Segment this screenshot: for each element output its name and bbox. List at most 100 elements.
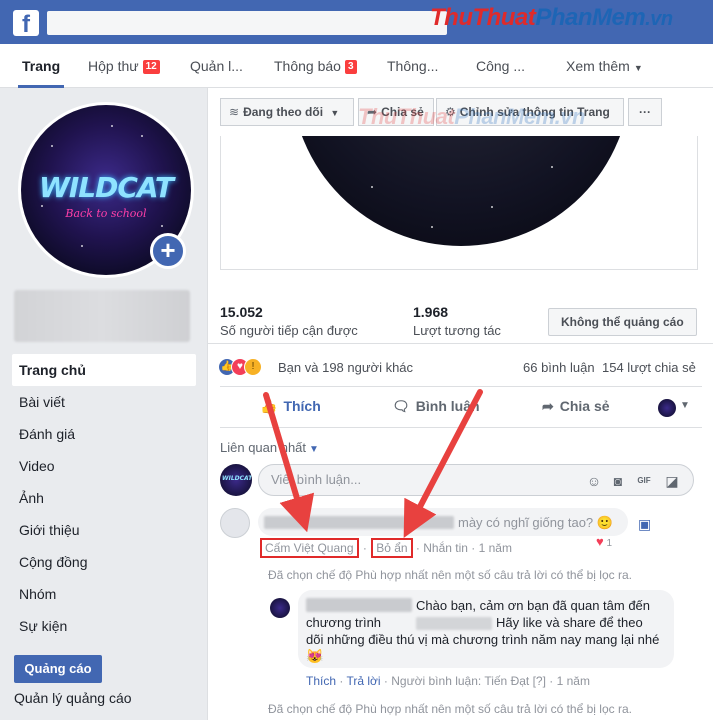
nav-item-community[interactable]: Cộng đồng bbox=[12, 546, 196, 578]
tab-label: Thông báo bbox=[274, 58, 341, 74]
reply-bubble: Chào bạn, cảm ơn bạn đã quan tâm đến chư… bbox=[298, 590, 674, 668]
nav-item-events[interactable]: Sự kiện bbox=[12, 610, 196, 642]
share-count[interactable]: 154 lượt chia sẻ bbox=[602, 360, 696, 375]
cover-image bbox=[220, 136, 698, 270]
cover-photo-circle bbox=[291, 136, 631, 246]
facebook-logo-icon[interactable]: f bbox=[13, 10, 39, 36]
share-button[interactable]: ➦ Chia sẻ bbox=[542, 398, 610, 415]
comment-bubble: mày có nghĩ giống tao? 🙂 bbox=[258, 508, 628, 536]
comment-sort-dropdown[interactable]: Liên quan nhất ▼ bbox=[220, 440, 319, 455]
tab-label: Thông... bbox=[387, 58, 439, 74]
commenter-name-blurred bbox=[264, 516, 454, 529]
comment-time[interactable]: 1 năm bbox=[479, 541, 512, 555]
engagement-value: 1.968 bbox=[413, 304, 449, 320]
message-link[interactable]: Nhắn tin bbox=[423, 541, 468, 555]
tab-inbox[interactable]: Hộp thư 12 bbox=[88, 44, 160, 88]
nav-item-reviews[interactable]: Đánh giá bbox=[12, 418, 196, 450]
reaction-text[interactable]: Bạn và 198 người khác bbox=[278, 360, 413, 375]
watermark-overlay-part2: PhanMem bbox=[454, 104, 555, 129]
tab-label: Hộp thư bbox=[88, 58, 139, 74]
page-stats: 15.052 Số người tiếp cận được 1.968 Lượt… bbox=[208, 288, 713, 344]
tab-insights[interactable]: Thông... bbox=[387, 44, 438, 88]
page-tab-bar: Trang Hộp thư 12 Quản l... Thông báo 3 Thô… bbox=[0, 44, 713, 88]
sticker-icon[interactable]: ◪ bbox=[663, 472, 681, 490]
more-options-button[interactable]: ··· bbox=[628, 98, 662, 126]
chevron-down-icon: ▼ bbox=[309, 444, 319, 455]
main-content: ≋ Đang theo dõi ▼ ➦ Chia sẻ ⚙ Chỉnh sửa thô… bbox=[207, 88, 713, 720]
tab-more[interactable]: Xem thêm ▼ bbox=[566, 44, 643, 88]
search-input[interactable] bbox=[47, 11, 447, 35]
commenter-avatar[interactable] bbox=[220, 508, 250, 538]
reply-like-link[interactable]: Thích bbox=[306, 674, 336, 688]
tab-manage[interactable]: Quản l... bbox=[190, 44, 243, 88]
ads-manager-link[interactable]: Quản lý quảng cáo bbox=[14, 690, 132, 706]
watermark-part3: .vn bbox=[645, 8, 673, 30]
watermark-overlay-part3: .vn bbox=[554, 104, 586, 129]
comment-label: Bình luận bbox=[415, 398, 480, 414]
tab-label: Quản l... bbox=[190, 58, 243, 74]
inbox-count-badge: 12 bbox=[142, 60, 160, 74]
comment-reaction-badge[interactable]: ♥ 1 bbox=[596, 534, 612, 549]
rss-icon: ≋ bbox=[229, 105, 240, 119]
top-navigation-bar: f ThuThuatPhanMem.vn bbox=[0, 0, 713, 44]
emoji-icon[interactable]: ☺ bbox=[585, 472, 603, 490]
tab-notifications[interactable]: Thông báo 3 bbox=[274, 44, 357, 88]
post-action-bar: 👍 Thích 🗨 Bình luận ➦ Chia sẻ ▼ bbox=[220, 386, 702, 428]
heart-icon: ♥ bbox=[596, 534, 604, 549]
chevron-down-icon[interactable]: ▼ bbox=[680, 400, 690, 411]
tab-label: Xem thêm bbox=[566, 58, 630, 74]
reply-avatar[interactable] bbox=[270, 598, 290, 618]
ads-button[interactable]: Quảng cáo bbox=[14, 655, 102, 683]
tab-tools[interactable]: Công ... bbox=[476, 44, 525, 88]
profile-logo-text: WILDCAT bbox=[38, 171, 174, 204]
tab-label: Trang bbox=[22, 58, 61, 74]
like-label: Thích bbox=[283, 398, 321, 414]
program-name-blurred bbox=[416, 617, 492, 630]
post-as-avatar[interactable] bbox=[658, 399, 676, 417]
reply-reply-link[interactable]: Trả lời bbox=[346, 674, 380, 688]
notification-count-badge: 3 bbox=[344, 60, 357, 74]
following-label: Đang theo dõi bbox=[243, 105, 324, 119]
plus-icon[interactable]: + bbox=[150, 233, 186, 269]
wow-reaction-icon: ! bbox=[244, 358, 262, 376]
share-label: Chia sẻ bbox=[559, 398, 610, 414]
comment-input-box[interactable]: ☺ ◙ GIF ◪ bbox=[258, 464, 694, 496]
ban-user-link[interactable]: Cấm Việt Quang bbox=[260, 538, 359, 558]
comment-button[interactable]: 🗨 Bình luận bbox=[392, 398, 480, 415]
watermark-part1: ThuThuat bbox=[430, 4, 536, 31]
share-arrow-icon: ➦ bbox=[542, 398, 554, 414]
chevron-down-icon: ▼ bbox=[633, 63, 643, 73]
nav-item-posts[interactable]: Bài viết bbox=[12, 386, 196, 418]
tab-page[interactable]: Trang bbox=[17, 44, 65, 88]
comment-count[interactable]: 66 bình luận bbox=[523, 360, 595, 375]
like-button[interactable]: 👍 Thích bbox=[260, 398, 321, 415]
reply-text-line2a: chương trình bbox=[306, 615, 382, 630]
gif-icon[interactable]: GIF bbox=[635, 472, 653, 490]
thumbs-up-icon: 👍 bbox=[260, 398, 278, 414]
avatar: WILDCAT bbox=[220, 464, 252, 496]
reaction-summary: 👍 ♥ ! Bạn và 198 người khác 66 bình luận… bbox=[208, 352, 713, 384]
reply-time[interactable]: 1 năm bbox=[557, 674, 590, 688]
sort-label: Liên quan nhất bbox=[220, 440, 307, 455]
nav-item-groups[interactable]: Nhóm bbox=[12, 578, 196, 610]
cannot-boost-button[interactable]: Không thể quảng cáo bbox=[548, 308, 697, 336]
comment-input[interactable] bbox=[271, 472, 571, 487]
comment-text: mày có nghĩ giống tao? 🙂 bbox=[458, 515, 613, 530]
help-link[interactable]: [?] bbox=[533, 674, 546, 688]
watermark-part2: PhanMem bbox=[535, 4, 646, 31]
nav-item-photos[interactable]: Ảnh bbox=[12, 482, 196, 514]
edit-icon[interactable]: ▣ bbox=[638, 516, 651, 533]
camera-icon[interactable]: ◙ bbox=[609, 472, 627, 490]
comment-icon: 🗨 bbox=[392, 398, 410, 414]
reply-author: Người bình luận: Tiến Đạt bbox=[391, 674, 530, 688]
nav-item-about[interactable]: Giới thiệu bbox=[12, 514, 196, 546]
watermark-overlay-part1: ThuThuat bbox=[358, 104, 455, 129]
following-button[interactable]: ≋ Đang theo dõi ▼ bbox=[220, 98, 354, 126]
engagement-label: Lượt tương tác bbox=[413, 323, 501, 338]
filter-notice: Đã chọn chế độ Phù hợp nhất nên một số c… bbox=[268, 568, 632, 582]
unhide-link[interactable]: Bỏ ẩn bbox=[371, 538, 413, 558]
avatar-logo-text: WILDCAT bbox=[222, 475, 252, 482]
nav-item-videos[interactable]: Video bbox=[12, 450, 196, 482]
nav-item-home[interactable]: Trang chủ bbox=[12, 354, 196, 386]
watermark-overlay: ThuThuatPhanMem.vn bbox=[358, 104, 585, 130]
